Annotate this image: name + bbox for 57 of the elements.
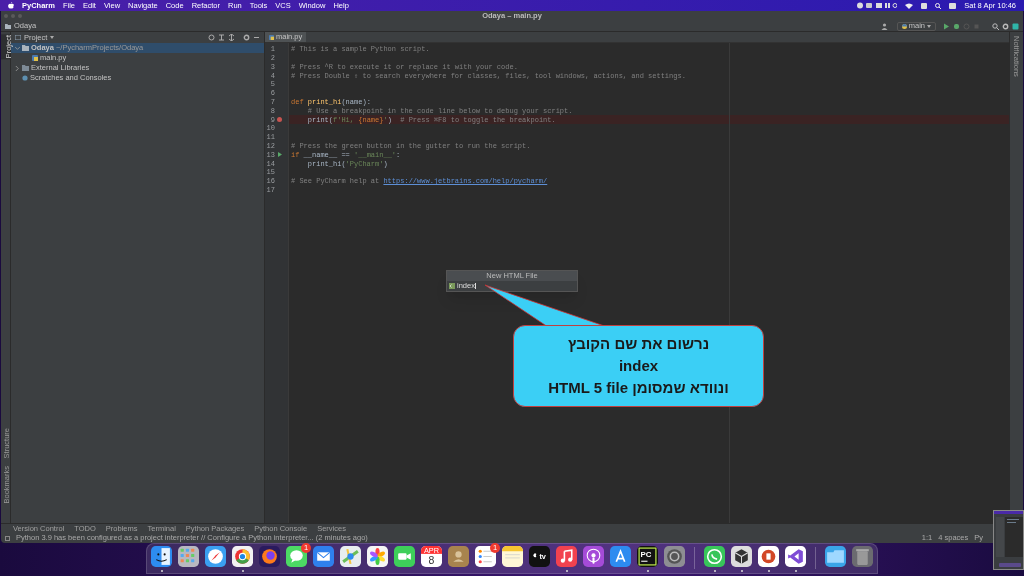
folder-icon <box>22 65 29 71</box>
caret-icon <box>927 24 931 28</box>
search-icon[interactable] <box>992 22 999 30</box>
envelope-app-icon[interactable] <box>313 546 334 567</box>
tv-app-icon[interactable]: tv <box>529 546 550 567</box>
calendar-month: APR <box>423 546 440 555</box>
grid-app-icon[interactable] <box>178 546 199 567</box>
run-icon[interactable] <box>277 152 282 158</box>
camera-app-icon[interactable] <box>394 546 415 567</box>
store-app-icon[interactable] <box>610 546 631 567</box>
slides-app-icon[interactable] <box>758 546 779 567</box>
settings-icon[interactable] <box>1002 22 1009 30</box>
cube-app-icon[interactable] <box>731 546 752 567</box>
breakpoint-icon[interactable] <box>277 117 282 123</box>
caret-icon[interactable] <box>50 36 55 39</box>
notes-app-icon[interactable] <box>502 546 523 567</box>
scratch-icon <box>22 75 28 81</box>
target-icon[interactable] <box>208 34 215 41</box>
face-app-icon[interactable] <box>151 546 172 567</box>
wifi-icon[interactable] <box>905 2 914 9</box>
python-icon <box>901 23 907 29</box>
callout-text: ונוודא שמסומן HTML 5 file <box>548 378 729 398</box>
calendar-day: 8 <box>428 554 435 567</box>
vs-app-icon[interactable] <box>785 546 806 567</box>
note-app-icon[interactable] <box>556 546 577 567</box>
gear-app-icon[interactable] <box>664 546 685 567</box>
folder-icon <box>22 45 29 51</box>
calendar-app-icon[interactable]: APR 8 <box>421 546 442 567</box>
panel-icon <box>15 35 21 40</box>
rings-app-icon[interactable] <box>232 546 253 567</box>
chevron-right-icon[interactable] <box>15 65 20 71</box>
flower-app-icon[interactable] <box>367 546 388 567</box>
compass-app-icon[interactable] <box>205 546 226 567</box>
minimize-icon[interactable] <box>253 34 260 41</box>
contact-app-icon[interactable] <box>448 546 469 567</box>
apple-icon[interactable] <box>8 2 14 9</box>
tv-label: tv <box>539 551 546 561</box>
map-app-icon[interactable] <box>340 546 361 567</box>
run-icon[interactable] <box>943 22 950 30</box>
panel-icon[interactable] <box>5 535 10 541</box>
podcast-app-icon[interactable] <box>583 546 604 567</box>
bubble-app-icon[interactable] <box>286 546 307 567</box>
settings-icon[interactable] <box>243 34 250 41</box>
collapse-icon[interactable] <box>218 34 225 41</box>
phone-app-icon[interactable] <box>704 546 725 567</box>
expand-icon[interactable] <box>228 34 235 41</box>
debug-icon[interactable] <box>953 22 960 30</box>
python-file-icon <box>269 34 274 40</box>
python-file-icon <box>32 55 38 61</box>
list-app-icon[interactable] <box>475 546 496 567</box>
trash-app-icon[interactable] <box>852 546 873 567</box>
callout-text: index <box>618 356 659 376</box>
status-icons-drawing[interactable] <box>857 2 898 9</box>
html-file-icon <box>449 283 455 289</box>
folder-icon <box>5 23 11 29</box>
callout-text: נרשום את שם הקובץ <box>567 334 710 354</box>
folder-app-icon[interactable] <box>825 546 846 567</box>
